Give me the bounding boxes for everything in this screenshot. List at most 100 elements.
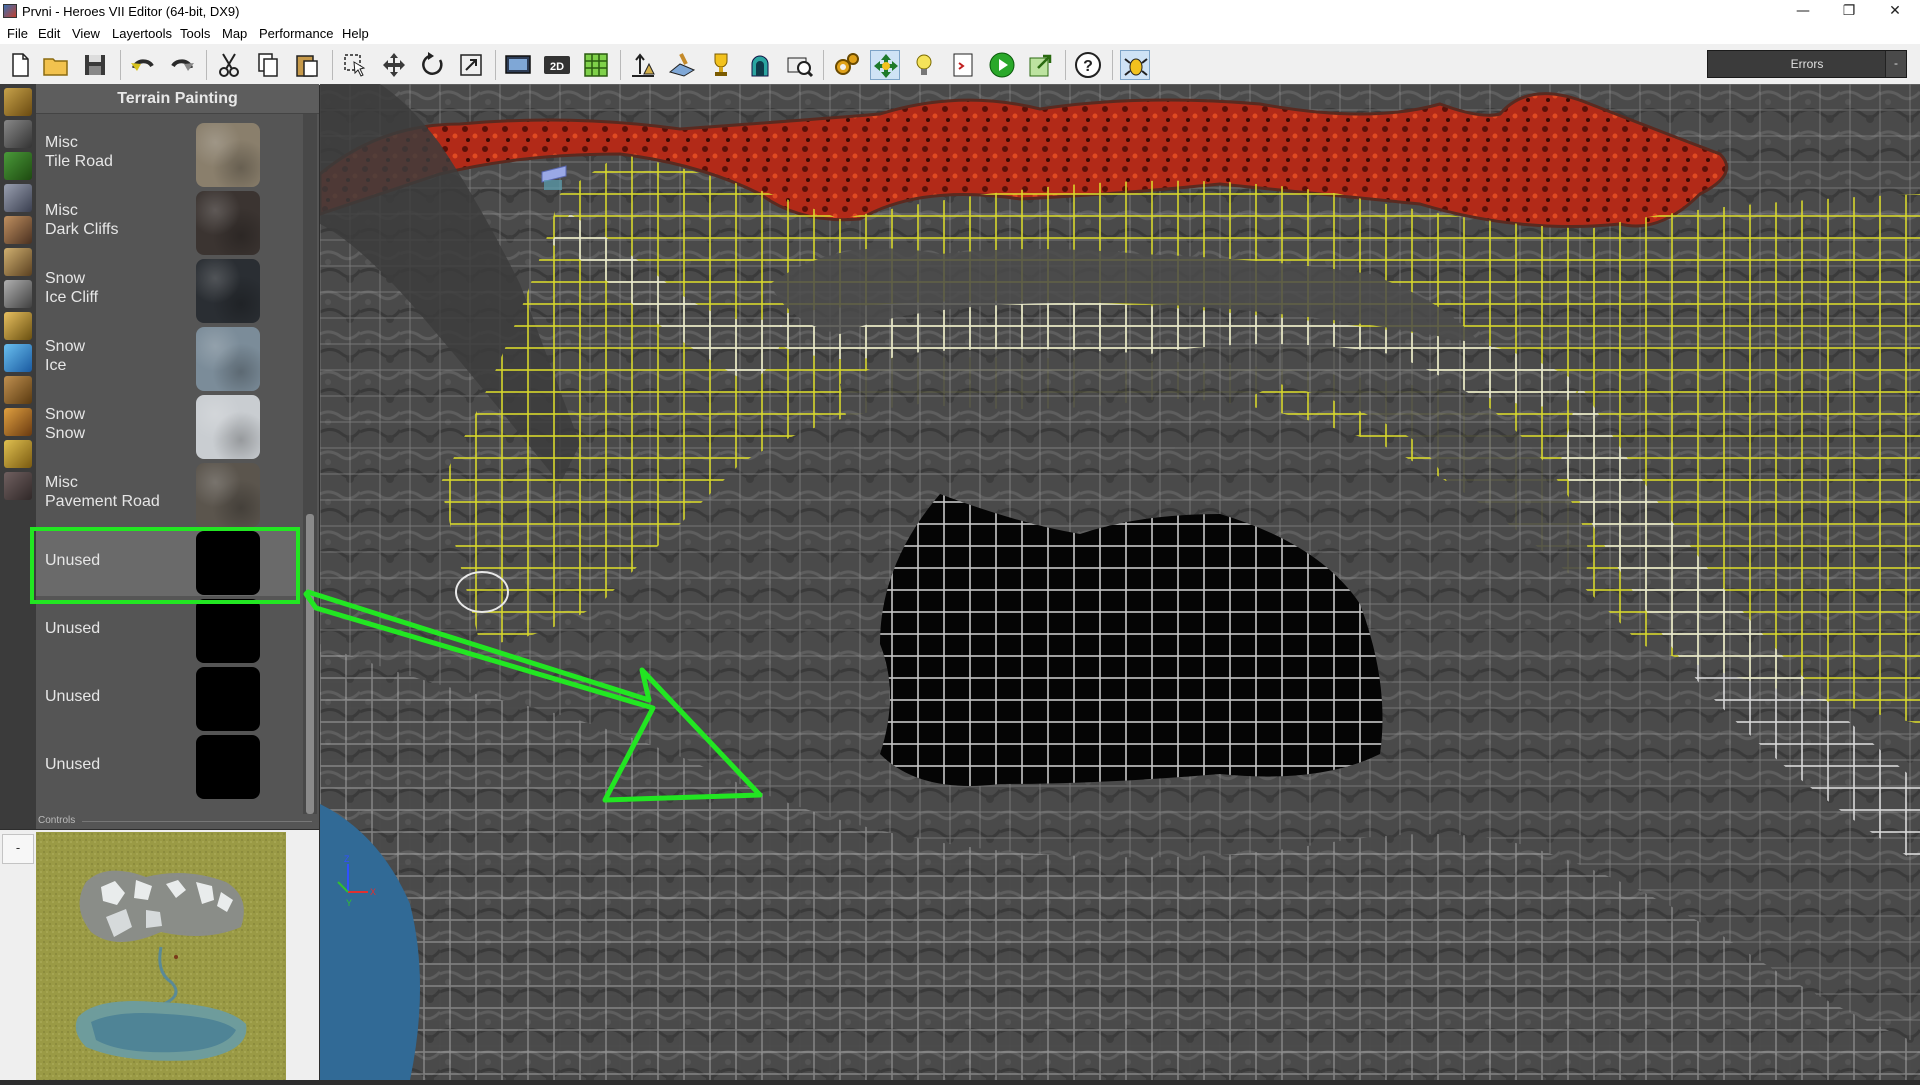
tile-name: Snow xyxy=(45,425,86,442)
axis-z-label: Z xyxy=(344,854,350,864)
screen-view-icon[interactable] xyxy=(503,50,533,80)
3d-viewport[interactable]: Z X Y xyxy=(320,84,1920,1080)
help-icon[interactable]: ? xyxy=(1073,50,1103,80)
menu-map[interactable]: Map xyxy=(222,26,247,41)
tile-texture-swatch xyxy=(196,395,260,459)
minimap-area: - xyxy=(0,830,319,1080)
creature-icon[interactable] xyxy=(4,216,32,244)
move-icon[interactable] xyxy=(379,50,409,80)
paint-brush-icon[interactable] xyxy=(4,88,32,116)
save-icon[interactable] xyxy=(80,50,110,80)
terrain-tile[interactable]: Misc Dark Cliffs xyxy=(36,188,298,256)
tile-name: Dark Cliffs xyxy=(45,221,119,238)
menu-help[interactable]: Help xyxy=(342,26,369,41)
terrain-tile[interactable]: Misc Pavement Road xyxy=(36,460,298,528)
castle-icon[interactable] xyxy=(4,184,32,212)
trophy-icon[interactable] xyxy=(706,50,736,80)
errors-dropdown-button[interactable]: - xyxy=(1885,51,1906,77)
tile-texture-swatch xyxy=(196,259,260,323)
restore-button[interactable]: ❐ xyxy=(1826,0,1872,24)
tile-name: Ice Cliff xyxy=(45,289,99,306)
terrain-tile[interactable]: Misc Tile Road xyxy=(36,120,298,188)
tile-label: Unused xyxy=(45,620,101,637)
menu-edit[interactable]: Edit xyxy=(38,26,60,41)
menu-bar: File Edit View Layertools Tools Map Perf… xyxy=(0,24,1920,45)
tile-texture-swatch xyxy=(196,599,260,663)
terrain-tile[interactable]: Snow Ice Cliff xyxy=(36,256,298,324)
menu-performance[interactable]: Performance xyxy=(259,26,333,41)
chest-icon[interactable] xyxy=(4,376,32,404)
select-icon[interactable] xyxy=(340,50,370,80)
panel-title: Terrain Painting xyxy=(36,84,319,114)
pickaxe-icon[interactable] xyxy=(4,120,32,148)
tile-texture-swatch xyxy=(196,735,260,799)
main-toolbar: 2D ? Errors - xyxy=(0,44,1920,85)
undo-icon[interactable] xyxy=(128,50,158,80)
script-icon[interactable] xyxy=(948,50,978,80)
lightbulb-icon[interactable] xyxy=(909,50,939,80)
scrollbar-thumb[interactable] xyxy=(306,514,314,814)
object-tool-icon[interactable] xyxy=(784,50,814,80)
crystal-icon[interactable] xyxy=(4,344,32,372)
portal-icon[interactable] xyxy=(745,50,775,80)
minimap[interactable] xyxy=(36,832,286,1080)
terrain-paint-icon[interactable] xyxy=(667,50,697,80)
tile-name: Tile Road xyxy=(45,153,113,170)
terrain-tile[interactable]: Unused xyxy=(36,664,298,732)
tile-category: Misc xyxy=(45,474,78,491)
play-icon[interactable] xyxy=(987,50,1017,80)
terrain-tile[interactable]: Snow Ice xyxy=(36,324,298,392)
minimap-collapse-button[interactable]: - xyxy=(2,834,34,864)
tile-list-scrollbar[interactable] xyxy=(303,114,317,814)
settings-gear-icon[interactable] xyxy=(831,50,861,80)
tile-texture-swatch xyxy=(196,191,260,255)
menu-tools[interactable]: Tools xyxy=(180,26,210,41)
hero-icon[interactable] xyxy=(4,248,32,276)
dwelling-icon[interactable] xyxy=(4,408,32,436)
scale-icon[interactable] xyxy=(456,50,486,80)
tile-texture-swatch xyxy=(196,667,260,731)
close-button[interactable]: ✕ xyxy=(1872,0,1918,24)
tree-icon[interactable] xyxy=(4,152,32,180)
menu-view[interactable]: View xyxy=(72,26,100,41)
minimize-button[interactable]: — xyxy=(1780,0,1826,24)
rotate-icon[interactable] xyxy=(418,50,448,80)
decoration-icon[interactable] xyxy=(4,472,32,500)
army-icon[interactable] xyxy=(4,280,32,308)
tile-texture-swatch xyxy=(196,327,260,391)
terrain-tile[interactable]: Unused xyxy=(36,732,298,800)
resource-icon[interactable] xyxy=(4,440,32,468)
cut-icon[interactable] xyxy=(214,50,244,80)
paste-icon[interactable] xyxy=(292,50,322,80)
menu-file[interactable]: File xyxy=(7,26,28,41)
axis-y-label: Y xyxy=(346,898,352,908)
artifact-icon[interactable] xyxy=(4,312,32,340)
debug-bug-icon[interactable] xyxy=(1120,50,1150,80)
redo-icon[interactable] xyxy=(167,50,197,80)
terrain-painting-panel: Terrain Painting Misc Tile Road Misc Dark C… xyxy=(36,84,319,829)
new-file-icon[interactable] xyxy=(5,50,35,80)
svg-text:2D: 2D xyxy=(550,61,564,73)
title-bar: Prvni - Heroes VII Editor (64-bit, DX9) … xyxy=(0,0,1920,24)
terrain-tile[interactable]: Unused xyxy=(36,528,298,596)
terrain-tile-list: Misc Tile Road Misc Dark Cliffs Snow Ice Clif… xyxy=(36,114,302,814)
menu-layertools[interactable]: Layertools xyxy=(112,26,172,41)
terrain-tile[interactable]: Snow Snow xyxy=(36,392,298,460)
app-icon xyxy=(3,4,17,18)
open-folder-icon[interactable] xyxy=(41,50,71,80)
navigation-arrows-icon[interactable] xyxy=(870,50,900,80)
2d-view-icon[interactable]: 2D xyxy=(542,50,572,80)
grid-icon[interactable] xyxy=(581,50,611,80)
tile-label: Unused xyxy=(45,688,101,705)
tile-texture-swatch xyxy=(196,531,260,595)
tile-label: Unused xyxy=(45,552,101,569)
axis-x-label: X xyxy=(370,887,376,897)
tile-category: Misc xyxy=(45,134,78,151)
tile-category: Snow xyxy=(45,338,86,355)
terrain-tile[interactable]: Unused xyxy=(36,596,298,664)
window-title: Prvni - Heroes VII Editor (64-bit, DX9) xyxy=(22,4,240,19)
terrain-height-icon[interactable] xyxy=(628,50,658,80)
export-icon[interactable] xyxy=(1026,50,1056,80)
copy-icon[interactable] xyxy=(253,50,283,80)
errors-dropdown[interactable]: Errors - xyxy=(1707,50,1907,78)
